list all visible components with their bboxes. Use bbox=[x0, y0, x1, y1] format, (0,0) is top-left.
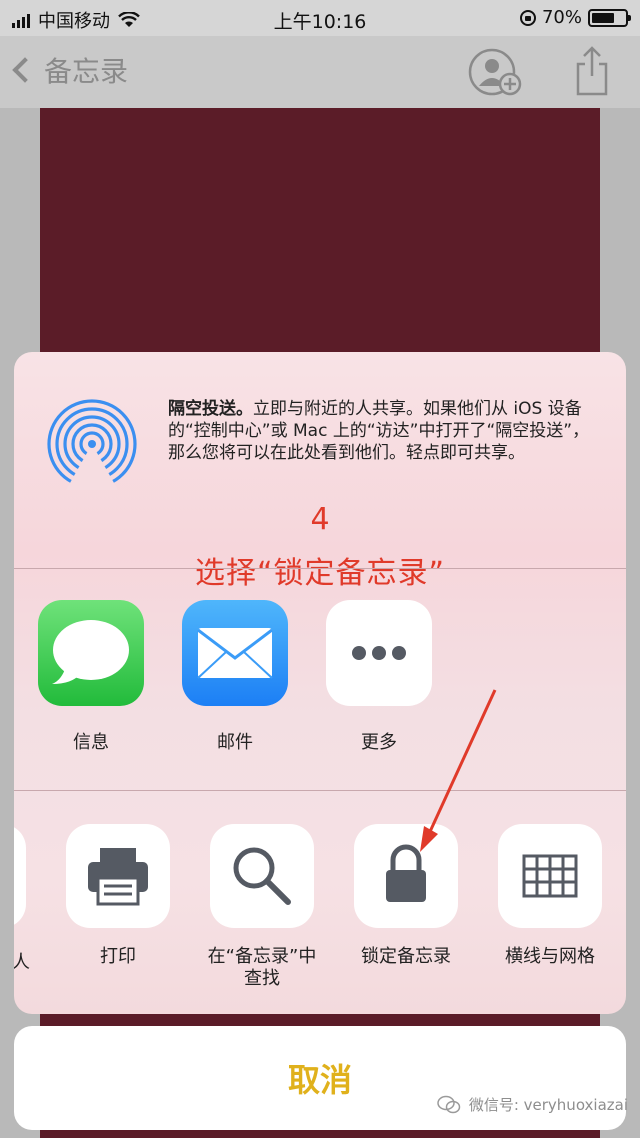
annotation-step-number: 4 bbox=[310, 502, 330, 537]
lock-icon bbox=[354, 824, 458, 928]
nav-bar: 备忘录 bbox=[0, 36, 640, 108]
share-sheet: 隔空投送。立即与附近的人共享。如果他们从 iOS 设备的“控制中心”或 Mac … bbox=[14, 352, 626, 1014]
battery-percent: 70% bbox=[541, 7, 582, 28]
action-label: 在“备忘录”中查找 bbox=[207, 946, 317, 989]
grid-icon bbox=[498, 824, 602, 928]
action-label: 锁定备忘录 bbox=[361, 946, 451, 967]
more-icon bbox=[326, 600, 432, 706]
divider-bottom bbox=[14, 790, 626, 791]
rotation-lock-icon bbox=[519, 9, 536, 26]
action-print[interactable]: 打印 bbox=[66, 824, 170, 968]
watermark-text: 微信号: veryhuoxiazai bbox=[468, 1096, 628, 1114]
airdrop-title: 隔空投送。 bbox=[168, 399, 253, 419]
airdrop-description: 隔空投送。立即与附近的人共享。如果他们从 iOS 设备的“控制中心”或 Mac … bbox=[168, 398, 604, 464]
divider-top bbox=[14, 568, 626, 569]
search-icon bbox=[210, 824, 314, 928]
actions-row: 人 打印 在“备忘录”中查找 锁定备忘录 横线与网格 bbox=[14, 824, 626, 1004]
action-label: 横线与网格 bbox=[505, 946, 595, 967]
app-messages[interactable]: 信息 bbox=[38, 600, 144, 754]
action-find-in-notes[interactable]: 在“备忘录”中查找 bbox=[208, 824, 316, 990]
app-more[interactable]: 更多 bbox=[326, 600, 432, 754]
partial-icon bbox=[14, 824, 26, 928]
battery-icon bbox=[588, 8, 631, 27]
app-mail[interactable]: 邮件 bbox=[182, 600, 288, 754]
add-person-icon[interactable] bbox=[468, 48, 522, 96]
mail-icon bbox=[182, 600, 288, 706]
airdrop-icon bbox=[47, 399, 137, 490]
watermark: 微信号: veryhuoxiazai bbox=[437, 1094, 628, 1115]
chevron-left-icon bbox=[12, 57, 38, 83]
annotation-instruction: 选择“锁定备忘录” bbox=[194, 556, 446, 591]
wechat-icon bbox=[437, 1095, 461, 1113]
action-label: 打印 bbox=[100, 946, 136, 967]
action-label: 人 bbox=[14, 952, 30, 973]
action-partial[interactable]: 人 bbox=[14, 824, 30, 973]
status-bar: 中国移动 上午10:16 70% bbox=[0, 0, 640, 36]
action-lock-note[interactable]: 锁定备忘录 bbox=[354, 824, 458, 968]
app-label: 更多 bbox=[361, 732, 397, 753]
battery-fill bbox=[592, 12, 615, 23]
share-icon[interactable] bbox=[574, 46, 610, 96]
back-label: 备忘录 bbox=[44, 55, 129, 88]
messages-icon bbox=[38, 600, 144, 706]
action-lines-and-grids[interactable]: 横线与网格 bbox=[498, 824, 602, 968]
back-button[interactable]: 备忘录 bbox=[12, 50, 129, 90]
app-label: 信息 bbox=[73, 732, 109, 753]
printer-icon bbox=[66, 824, 170, 928]
status-right: 70% bbox=[519, 7, 631, 28]
app-label: 邮件 bbox=[217, 732, 253, 753]
airdrop-row[interactable]: 隔空投送。立即与附近的人共享。如果他们从 iOS 设备的“控制中心”或 Mac … bbox=[14, 352, 626, 591]
apps-row: 信息 邮件 更多 bbox=[14, 600, 626, 790]
